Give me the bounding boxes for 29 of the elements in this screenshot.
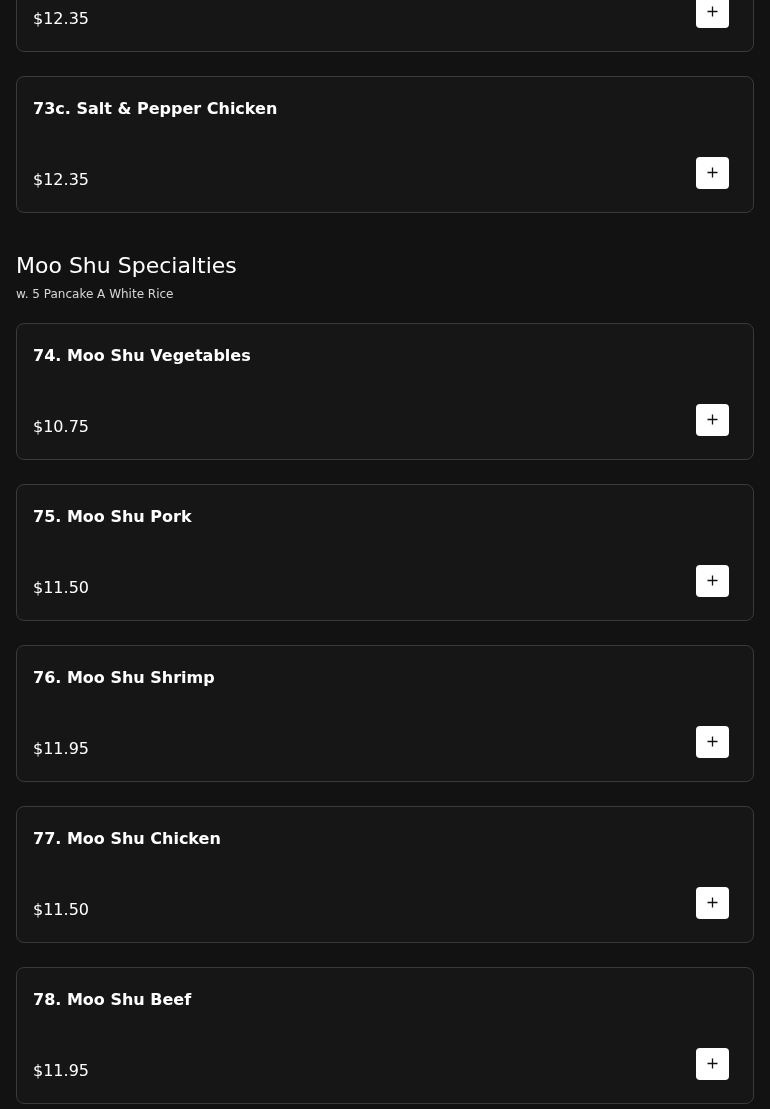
add-button[interactable] <box>696 564 729 597</box>
plus-icon <box>707 897 718 908</box>
plus-icon <box>707 6 718 17</box>
item-name: 76. Moo Shu Shrimp <box>33 668 215 687</box>
add-button[interactable] <box>696 403 729 436</box>
item-name: 77. Moo Shu Chicken <box>33 829 221 848</box>
add-button[interactable] <box>696 156 729 189</box>
plus-icon <box>707 167 718 178</box>
item-price: $12.35 <box>33 8 89 28</box>
item-name: 75. Moo Shu Pork <box>33 507 192 526</box>
item-name: 73c. Salt & Pepper Chicken <box>33 99 278 118</box>
item-price: $11.50 <box>33 577 89 597</box>
plus-icon <box>707 736 718 747</box>
item-price: $11.95 <box>33 1060 89 1080</box>
add-button[interactable] <box>696 725 729 758</box>
section-title: Moo Shu Specialties <box>16 252 237 280</box>
plus-icon <box>707 575 718 586</box>
item-name: 78. Moo Shu Beef <box>33 990 192 1009</box>
add-button[interactable] <box>696 0 729 28</box>
plus-icon <box>707 1058 718 1069</box>
item-price: $11.50 <box>33 899 89 919</box>
item-price: $10.75 <box>33 416 89 436</box>
section-subtitle: w. 5 Pancake A White Rice <box>16 287 174 301</box>
item-price: $12.35 <box>33 169 89 189</box>
add-button[interactable] <box>696 886 729 919</box>
item-name: 74. Moo Shu Vegetables <box>33 346 251 365</box>
item-price: $11.95 <box>33 738 89 758</box>
plus-icon <box>707 414 718 425</box>
add-button[interactable] <box>696 1047 729 1080</box>
